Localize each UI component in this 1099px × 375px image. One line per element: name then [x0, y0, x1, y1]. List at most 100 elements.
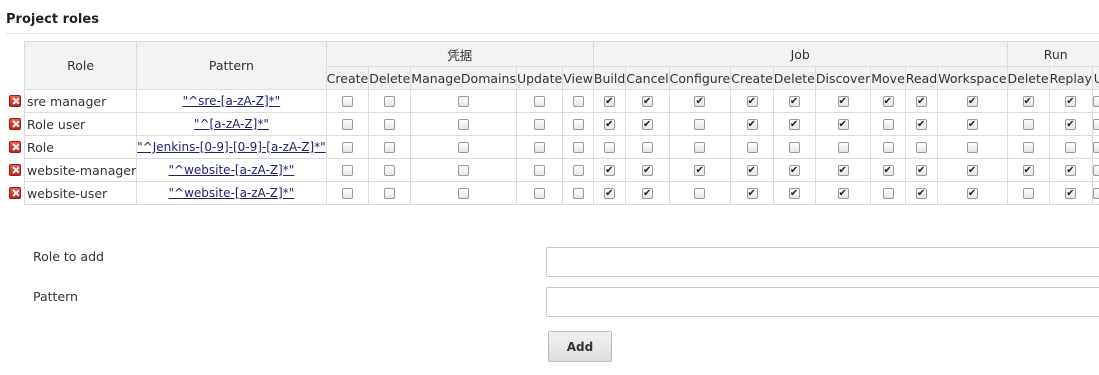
permission-checkbox[interactable] — [788, 188, 800, 199]
permission-checkbox[interactable] — [604, 142, 616, 153]
permission-checkbox[interactable] — [641, 96, 653, 107]
permission-checkbox[interactable] — [384, 119, 396, 130]
delete-role-icon[interactable] — [9, 118, 21, 130]
permission-checkbox[interactable] — [788, 119, 800, 130]
delete-role-icon[interactable] — [9, 141, 21, 153]
permission-checkbox[interactable] — [915, 165, 927, 176]
permission-checkbox[interactable] — [341, 119, 353, 130]
pattern-link[interactable]: "^website-[a-zA-Z]*" — [169, 186, 295, 200]
permission-checkbox[interactable] — [1022, 96, 1034, 107]
permission-checkbox[interactable] — [837, 96, 849, 107]
permission-checkbox[interactable] — [837, 119, 849, 130]
permission-checkbox[interactable] — [604, 96, 616, 107]
permission-checkbox[interactable] — [641, 165, 653, 176]
permission-checkbox[interactable] — [694, 165, 706, 176]
permission-checkbox[interactable] — [1093, 96, 1099, 107]
permission-checkbox[interactable] — [458, 188, 470, 199]
permission-checkbox[interactable] — [458, 142, 470, 153]
add-button[interactable]: Add — [548, 331, 612, 362]
role-to-add-input[interactable] — [546, 247, 1099, 277]
permission-checkbox[interactable] — [1065, 165, 1077, 176]
permission-checkbox[interactable] — [966, 188, 978, 199]
permission-checkbox[interactable] — [1022, 188, 1034, 199]
permission-checkbox[interactable] — [534, 119, 546, 130]
permission-checkbox[interactable] — [746, 188, 758, 199]
permission-checkbox[interactable] — [788, 96, 800, 107]
permission-cell — [592, 181, 627, 205]
permission-checkbox[interactable] — [746, 165, 758, 176]
permission-checkbox[interactable] — [694, 119, 706, 130]
permission-checkbox[interactable] — [1093, 119, 1099, 130]
permission-checkbox[interactable] — [788, 165, 800, 176]
permission-checkbox[interactable] — [882, 142, 894, 153]
permission-checkbox[interactable] — [641, 188, 653, 199]
delete-role-icon[interactable] — [9, 187, 21, 199]
permission-checkbox[interactable] — [915, 142, 927, 153]
permission-checkbox[interactable] — [915, 96, 927, 107]
permission-checkbox[interactable] — [604, 119, 616, 130]
permission-checkbox[interactable] — [458, 96, 470, 107]
delete-role-icon[interactable] — [9, 95, 21, 107]
permission-checkbox[interactable] — [746, 96, 758, 107]
permission-checkbox[interactable] — [837, 188, 849, 199]
pattern-link[interactable]: "^website-[a-zA-Z]*" — [169, 163, 295, 177]
permission-checkbox[interactable] — [1065, 96, 1077, 107]
permission-checkbox[interactable] — [341, 96, 353, 107]
permission-checkbox[interactable] — [915, 119, 927, 130]
permission-checkbox[interactable] — [641, 119, 653, 130]
permission-checkbox[interactable] — [966, 96, 978, 107]
permission-checkbox[interactable] — [966, 142, 978, 153]
permission-checkbox[interactable] — [882, 119, 894, 130]
permission-checkbox[interactable] — [694, 188, 706, 199]
permission-checkbox[interactable] — [1022, 142, 1034, 153]
permission-checkbox[interactable] — [384, 165, 396, 176]
permission-checkbox[interactable] — [572, 188, 584, 199]
permission-checkbox[interactable] — [458, 119, 470, 130]
permission-checkbox[interactable] — [604, 188, 616, 199]
permission-checkbox[interactable] — [694, 142, 706, 153]
permission-checkbox[interactable] — [384, 96, 396, 107]
permission-checkbox[interactable] — [534, 188, 546, 199]
permission-checkbox[interactable] — [341, 142, 353, 153]
permission-checkbox[interactable] — [966, 165, 978, 176]
permission-checkbox[interactable] — [882, 96, 894, 107]
permission-checkbox[interactable] — [641, 142, 653, 153]
permission-checkbox[interactable] — [572, 119, 584, 130]
permission-checkbox[interactable] — [534, 165, 546, 176]
permission-checkbox[interactable] — [746, 119, 758, 130]
permission-checkbox[interactable] — [1065, 188, 1077, 199]
permission-checkbox[interactable] — [1065, 142, 1077, 153]
permission-checkbox[interactable] — [882, 188, 894, 199]
permission-checkbox[interactable] — [1022, 165, 1034, 176]
permission-checkbox[interactable] — [1065, 119, 1077, 130]
permission-checkbox[interactable] — [966, 119, 978, 130]
permission-checkbox[interactable] — [572, 142, 584, 153]
pattern-link[interactable]: "^sre-[a-zA-Z]*" — [183, 94, 281, 108]
permission-checkbox[interactable] — [746, 142, 758, 153]
permission-checkbox[interactable] — [534, 96, 546, 107]
pattern-link[interactable]: "^[a-zA-Z]*" — [194, 117, 269, 131]
permission-checkbox[interactable] — [458, 165, 470, 176]
permission-checkbox[interactable] — [837, 142, 849, 153]
permission-checkbox[interactable] — [572, 165, 584, 176]
permission-checkbox[interactable] — [1093, 142, 1099, 153]
permission-checkbox[interactable] — [1022, 119, 1034, 130]
permission-checkbox[interactable] — [572, 96, 584, 107]
permission-checkbox[interactable] — [788, 142, 800, 153]
permission-checkbox[interactable] — [534, 142, 546, 153]
permission-checkbox[interactable] — [384, 188, 396, 199]
permission-checkbox[interactable] — [341, 188, 353, 199]
permission-checkbox[interactable] — [1093, 188, 1099, 199]
roles-grid-container[interactable]: Role Pattern 凭据 Job Run Create Delete Mana… — [0, 41, 1099, 207]
permission-checkbox[interactable] — [882, 165, 894, 176]
permission-checkbox[interactable] — [341, 165, 353, 176]
permission-checkbox[interactable] — [915, 188, 927, 199]
delete-role-icon[interactable] — [9, 164, 21, 176]
permission-checkbox[interactable] — [604, 165, 616, 176]
permission-checkbox[interactable] — [384, 142, 396, 153]
permission-checkbox[interactable] — [1093, 165, 1099, 176]
pattern-link[interactable]: "^Jenkins-[0-9]-[0-9]-[a-zA-Z]*" — [138, 140, 326, 154]
permission-checkbox[interactable] — [694, 96, 706, 107]
permission-checkbox[interactable] — [837, 165, 849, 176]
pattern-input[interactable] — [546, 287, 1099, 317]
